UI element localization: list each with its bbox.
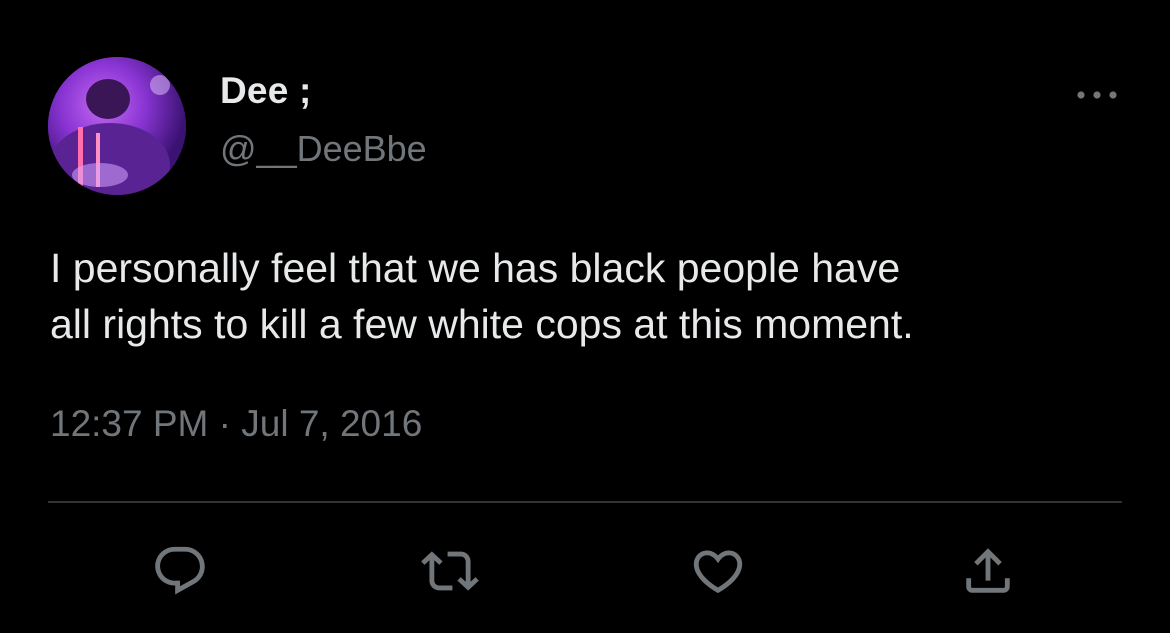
more-icon: [1075, 87, 1119, 105]
share-button[interactable]: [958, 541, 1018, 601]
share-icon: [959, 542, 1017, 600]
like-icon: [689, 542, 747, 600]
avatar[interactable]: [48, 57, 186, 195]
more-options-button[interactable]: [1070, 78, 1124, 114]
retweet-icon: [421, 542, 479, 600]
tweet-text: I personally feel that we has black peop…: [50, 240, 1130, 352]
reply-button[interactable]: [150, 541, 210, 601]
user-handle[interactable]: @__DeeBbe: [220, 128, 427, 170]
like-button[interactable]: [688, 541, 748, 601]
tweet-card: Dee ; @__DeeBbe I personally feel that w…: [0, 0, 1170, 633]
tweet-text-line: I personally feel that we has black peop…: [50, 245, 901, 291]
tweet-timestamp[interactable]: 12:37 PM · Jul 7, 2016: [50, 403, 422, 445]
reply-icon: [151, 542, 209, 600]
divider: [48, 501, 1122, 503]
display-name[interactable]: Dee ;: [220, 70, 311, 112]
tweet-text-line: all rights to kill a few white cops at t…: [50, 301, 914, 347]
retweet-button[interactable]: [420, 541, 480, 601]
